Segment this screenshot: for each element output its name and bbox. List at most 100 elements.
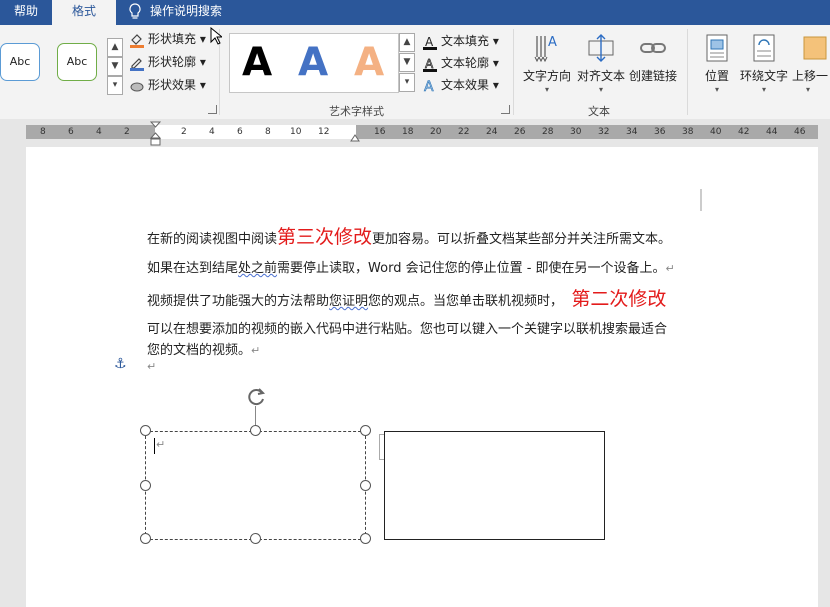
- resize-handle[interactable]: [140, 425, 151, 436]
- tab-format[interactable]: 格式: [52, 0, 116, 25]
- document-line-1[interactable]: 在新的阅读视图中阅读第三次修改更加容易。可以折叠文档某些部分并关注所需文本。: [147, 222, 671, 249]
- wordart-gallery-more-icon[interactable]: ▾: [399, 73, 415, 92]
- ruler-number: 32: [598, 127, 610, 137]
- margin-corner-mark: [700, 189, 702, 211]
- ruler-number: 10: [290, 127, 302, 137]
- ruler-number: 42: [738, 127, 750, 137]
- ruler-number: 18: [402, 127, 414, 137]
- svg-text:A: A: [425, 57, 434, 71]
- svg-text:A: A: [424, 79, 434, 94]
- bring-forward-button[interactable]: 上移一 ▾: [792, 33, 830, 96]
- gallery-up-icon[interactable]: ▲: [107, 38, 123, 57]
- text-box[interactable]: [384, 431, 605, 540]
- ribbon: Abc Abc ▲ ▼ ▾ 形状填充 ▾ 形状轮廓 ▾ 形状效果 ▾ A A A…: [0, 25, 830, 120]
- document-line-2[interactable]: 如果在达到结尾处之前需要停止读取，Word 会记住您的停止位置 - 即使在另一个…: [147, 257, 675, 276]
- resize-handle[interactable]: [140, 533, 151, 544]
- ruler-number: 38: [682, 127, 694, 137]
- gallery-more-icon[interactable]: ▾: [107, 76, 123, 95]
- shape-outline-button[interactable]: 形状轮廓 ▾: [129, 52, 206, 72]
- resize-handle[interactable]: [140, 480, 151, 491]
- shape-styles-launcher-icon[interactable]: [208, 105, 217, 114]
- resize-handle[interactable]: [250, 533, 261, 544]
- document-line-3[interactable]: 视频提供了功能强大的方法帮助您证明您的观点。当您单击联机视频时， 第二次修改: [147, 284, 666, 311]
- grammar-flag: 您证明: [329, 294, 369, 309]
- wordart-group-label: 艺术字样式: [329, 105, 384, 118]
- ruler-number: 22: [458, 127, 470, 137]
- wordart-gallery-down-icon[interactable]: ▼: [399, 53, 415, 72]
- ruler-number: 46: [794, 127, 806, 137]
- ruler-number: 2: [181, 127, 187, 137]
- ruler-number: 20: [430, 127, 442, 137]
- text-effects-icon: A: [422, 78, 438, 95]
- tell-me-search[interactable]: 操作说明搜索: [150, 0, 240, 25]
- ruler-number: 4: [209, 127, 215, 137]
- ruler-number: 2: [124, 127, 130, 137]
- ribbon-separator: [687, 29, 688, 115]
- ribbon-tab-bar: 帮助 格式 操作说明搜索: [0, 0, 830, 25]
- mouse-cursor-icon: [210, 26, 224, 45]
- wordart-launcher-icon[interactable]: [501, 105, 510, 114]
- ruler-number: 44: [766, 127, 778, 137]
- text-cursor: [154, 438, 155, 454]
- wrap-text-icon: [749, 33, 779, 63]
- ruler-number: 36: [654, 127, 666, 137]
- align-text-icon: [586, 33, 616, 63]
- resize-handle[interactable]: [360, 480, 371, 491]
- bring-forward-icon: [802, 33, 830, 63]
- ruler-number: 16: [374, 127, 386, 137]
- wordart-gallery: A A A: [229, 33, 399, 93]
- wordart-blue[interactable]: A: [298, 39, 328, 87]
- text-effects-button[interactable]: A 文本效果 ▾: [422, 75, 499, 95]
- wrap-text-button[interactable]: 环绕文字 ▾: [738, 33, 790, 96]
- paragraph-mark: ↵: [156, 438, 166, 451]
- ribbon-separator: [513, 29, 514, 115]
- red-revision-text: 第三次修改: [277, 226, 373, 248]
- text-fill-button[interactable]: A 文本填充 ▾: [422, 31, 499, 51]
- position-icon: [702, 33, 732, 63]
- ruler-number: 12: [318, 127, 330, 137]
- margin-corner-mark: [122, 189, 144, 211]
- gallery-down-icon[interactable]: ▼: [107, 57, 123, 76]
- position-button[interactable]: 位置 ▾: [698, 33, 736, 96]
- align-text-button[interactable]: 对齐文本 ▾: [575, 33, 627, 96]
- ruler-number: 40: [710, 127, 722, 137]
- right-indent-marker-icon[interactable]: [350, 131, 360, 142]
- wordart-black[interactable]: A: [242, 39, 272, 87]
- resize-handle[interactable]: [250, 425, 261, 436]
- tab-help[interactable]: 帮助: [0, 0, 52, 25]
- svg-text:A: A: [548, 35, 557, 50]
- anchor-icon[interactable]: ⚓: [114, 356, 127, 372]
- wordart-gallery-up-icon[interactable]: ▲: [399, 33, 415, 52]
- red-revision-text: 第二次修改: [571, 288, 667, 310]
- ruler-number: 28: [542, 127, 554, 137]
- paragraph-mark: ↵: [665, 262, 675, 275]
- paint-bucket-icon: [129, 32, 145, 48]
- document-line-4[interactable]: 可以在想要添加的视频的嵌入代码中进行粘贴。您也可以键入一个关键字以联机搜索最适合: [147, 318, 667, 337]
- text-direction-icon: A: [532, 33, 562, 63]
- wordart-orange[interactable]: A: [354, 39, 384, 87]
- shape-effects-button[interactable]: 形状效果 ▾: [129, 75, 206, 95]
- shape-style-blue[interactable]: Abc: [0, 43, 40, 81]
- ruler-number: 26: [514, 127, 526, 137]
- grammar-flag: 处之前: [238, 261, 278, 276]
- ruler-number: 6: [68, 127, 74, 137]
- paragraph-mark: ↵: [147, 360, 157, 373]
- svg-text:A: A: [425, 35, 434, 49]
- create-link-button[interactable]: 创建链接: [627, 33, 679, 84]
- text-outline-button[interactable]: A 文本轮廓 ▾: [422, 53, 499, 73]
- ruler-number: 4: [96, 127, 102, 137]
- rotate-handle-icon[interactable]: [245, 386, 267, 408]
- resize-handle[interactable]: [360, 533, 371, 544]
- document-line-5[interactable]: 您的文档的视频。↵: [147, 339, 260, 358]
- chain-link-icon: [638, 33, 668, 63]
- indent-marker-icon[interactable]: [149, 121, 162, 147]
- resize-handle[interactable]: [360, 425, 371, 436]
- shape-effects-icon: [129, 78, 145, 94]
- paragraph-mark: ↵: [251, 344, 261, 357]
- text-box-selected[interactable]: ↵: [145, 431, 366, 540]
- shape-style-green[interactable]: Abc: [57, 43, 97, 81]
- shape-fill-button[interactable]: 形状填充 ▾: [129, 29, 206, 49]
- text-group-label: 文本: [588, 105, 610, 118]
- text-direction-button[interactable]: A 文字方向 ▾: [521, 33, 573, 96]
- horizontal-ruler[interactable]: 8 6 4 2 2 4 6 8 10 12 16 18 20 22 24 26 …: [0, 119, 830, 146]
